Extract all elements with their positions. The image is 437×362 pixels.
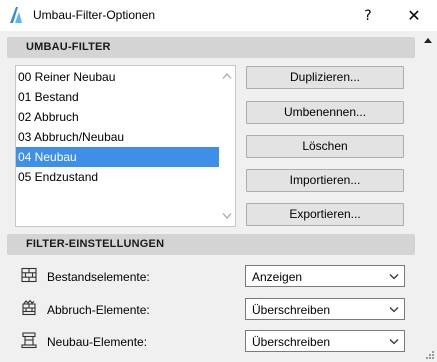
chevron-down-icon: [389, 307, 399, 313]
demolished-elements-select[interactable]: Überschreiben: [245, 298, 405, 320]
filter-list-item[interactable]: 01 Bestand: [16, 87, 220, 107]
filter-list[interactable]: 00 Reiner Neubau 01 Bestand 02 Abbruch 0…: [15, 65, 220, 227]
filter-list-item[interactable]: 02 Abbruch: [16, 107, 220, 127]
title-bar: Umbau-Filter-Optionen ? ✕: [0, 0, 437, 31]
delete-button[interactable]: Löschen: [246, 135, 404, 158]
new-elements-value: Überschreiben: [252, 335, 331, 349]
caret-up-icon[interactable]: [424, 37, 432, 43]
chevron-up-icon[interactable]: [222, 72, 232, 80]
chevron-down-icon: [389, 274, 399, 280]
section-header-filter-settings[interactable]: FILTER-EINSTELLUNGEN: [7, 234, 415, 255]
demolished-elements-value: Überschreiben: [252, 303, 331, 317]
filter-list-item[interactable]: 05 Endzustand: [16, 167, 220, 187]
existing-elements-select[interactable]: Anzeigen: [245, 265, 405, 287]
brick-wall-icon: [21, 267, 37, 283]
close-button[interactable]: ✕: [391, 0, 437, 31]
window-title: Umbau-Filter-Optionen: [33, 8, 156, 22]
export-button[interactable]: Exportieren...: [246, 203, 404, 226]
new-elements-select[interactable]: Überschreiben: [245, 330, 405, 352]
chevron-down-icon: [389, 339, 399, 345]
filter-list-item-selected[interactable]: 04 Neubau: [16, 147, 220, 167]
help-button[interactable]: ?: [345, 0, 391, 31]
filter-list-item[interactable]: 00 Reiner Neubau: [16, 67, 220, 87]
section-title-filter-settings: FILTER-EINSTELLUNGEN: [26, 238, 165, 250]
existing-elements-label: Bestandselemente:: [47, 270, 150, 284]
filter-list-scrollbar[interactable]: [219, 65, 236, 227]
rename-button[interactable]: Umbenennen...: [246, 101, 404, 124]
new-construction-icon: [21, 332, 37, 349]
section-title-renovation-filter: UMBAU-FILTER: [26, 41, 111, 53]
demolition-wall-icon: [22, 299, 36, 316]
chevron-down-icon[interactable]: [222, 212, 232, 220]
duplicate-button[interactable]: Duplizieren...: [246, 66, 404, 89]
demolished-elements-label: Abbruch-Elemente:: [47, 303, 150, 317]
section-header-renovation-filter[interactable]: UMBAU-FILTER: [7, 37, 415, 58]
archicad-app-icon: [10, 7, 22, 23]
resize-grip-icon[interactable]: [425, 350, 435, 360]
existing-elements-value: Anzeigen: [252, 270, 303, 284]
new-elements-label: Neubau-Elemente:: [47, 335, 148, 349]
import-button[interactable]: Importieren...: [246, 169, 404, 192]
filter-list-item[interactable]: 03 Abbruch/Neubau: [16, 127, 220, 147]
